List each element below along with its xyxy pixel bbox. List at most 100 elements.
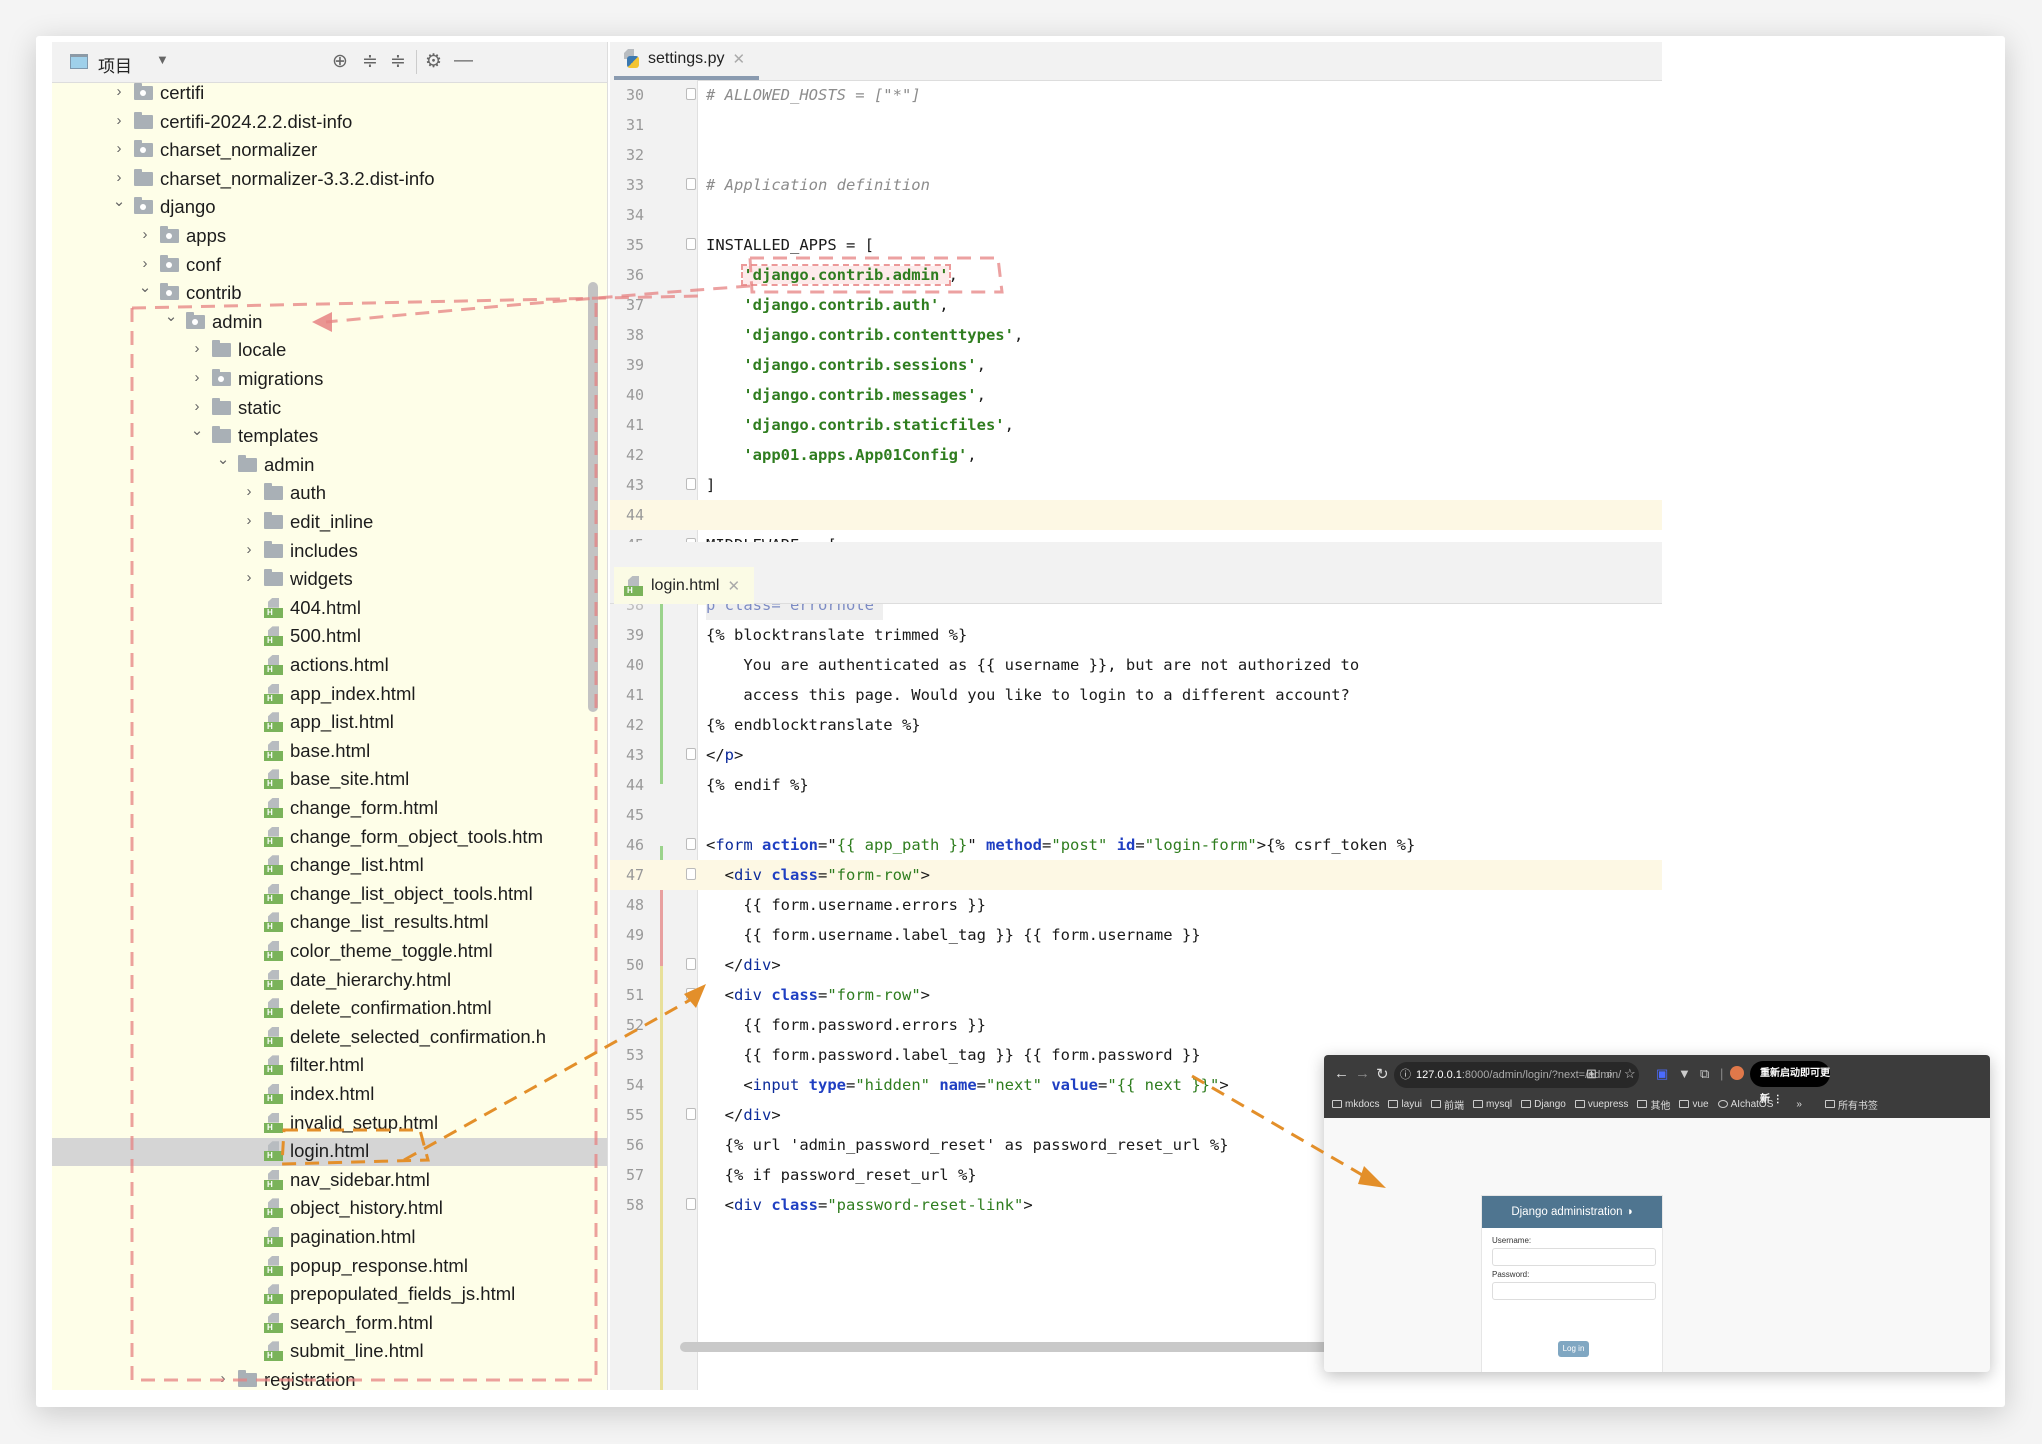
tree-item[interactable]: › conf bbox=[52, 252, 607, 280]
tree-item[interactable]: › static bbox=[52, 395, 607, 423]
bookmark-item[interactable]: AIchatOS bbox=[1717, 1099, 1773, 1110]
zoom-icon[interactable]: ⌕ bbox=[1606, 1066, 1613, 1082]
chevron-right-icon[interactable]: › bbox=[138, 255, 152, 272]
fold-marker-icon[interactable] bbox=[686, 958, 696, 970]
minimize-icon[interactable]: — bbox=[454, 50, 473, 72]
chevron-right-icon[interactable]: › bbox=[112, 112, 126, 129]
tree-item[interactable]: › certifi-2024.2.2.dist-info bbox=[52, 109, 607, 137]
tree-item[interactable]: Hdelete_selected_confirmation.h bbox=[52, 1024, 607, 1052]
fold-marker-icon[interactable] bbox=[686, 178, 696, 190]
fold-marker-icon[interactable] bbox=[686, 988, 696, 1000]
tree-item[interactable]: Hbase_site.html bbox=[52, 766, 607, 794]
tree-item[interactable]: Hlogin.html bbox=[52, 1138, 607, 1167]
bookmark-item[interactable]: mkdocs bbox=[1332, 1099, 1379, 1110]
tree-item[interactable]: Hindex.html bbox=[52, 1081, 607, 1109]
tree-item[interactable]: Hactions.html bbox=[52, 652, 607, 680]
bookmarks-more-icon[interactable]: » bbox=[1796, 1099, 1802, 1110]
update-button[interactable]: 重新启动即可更新 ⋮ bbox=[1750, 1061, 1830, 1105]
bookmark-item[interactable]: 前端 bbox=[1431, 1097, 1464, 1112]
bookmark-item[interactable]: vue bbox=[1679, 1099, 1709, 1110]
tree-item[interactable]: › certifi bbox=[52, 80, 607, 108]
fold-marker-icon[interactable] bbox=[686, 1198, 696, 1210]
close-icon[interactable]: ✕ bbox=[732, 50, 745, 68]
chevron-right-icon[interactable]: › bbox=[242, 569, 256, 586]
tree-item[interactable]: Hchange_list.html bbox=[52, 852, 607, 880]
extensions-puzzle-icon[interactable]: ⧉ bbox=[1700, 1066, 1709, 1082]
profile-avatar[interactable] bbox=[1730, 1066, 1744, 1080]
chevron-right-icon[interactable]: › bbox=[242, 541, 256, 558]
translate-icon[interactable]: ⊞ bbox=[1586, 1066, 1597, 1082]
tree-item[interactable]: › charset_normalizer bbox=[52, 137, 607, 165]
site-info-icon[interactable]: ⓘ bbox=[1400, 1062, 1411, 1088]
tree-item[interactable]: Hchange_list_object_tools.html bbox=[52, 881, 607, 909]
chevron-right-icon[interactable]: › bbox=[242, 483, 256, 500]
settings-code-editor[interactable]: 30 # ALLOWED_HOSTS = ["*"] 31 32 33 # Applica… bbox=[610, 80, 1662, 542]
fold-marker-icon[interactable] bbox=[686, 1108, 696, 1120]
tree-item[interactable]: › auth bbox=[52, 480, 607, 508]
chevron-down-icon[interactable]: ⌄ bbox=[164, 307, 178, 325]
locate-icon[interactable]: ⊕ bbox=[332, 50, 348, 73]
chevron-down-icon[interactable]: ⌄ bbox=[216, 450, 230, 468]
project-panel-title[interactable]: 项目 bbox=[98, 52, 132, 77]
tree-item[interactable]: › edit_inline bbox=[52, 509, 607, 537]
tree-item[interactable]: Hbase.html bbox=[52, 738, 607, 766]
tree-item[interactable]: ⌄ templates bbox=[52, 421, 607, 451]
fold-marker-icon[interactable] bbox=[686, 838, 696, 850]
password-input[interactable] bbox=[1492, 1282, 1656, 1300]
tree-item[interactable]: ⌄ admin bbox=[52, 307, 607, 337]
bookmark-item[interactable]: mysql bbox=[1473, 1099, 1512, 1110]
tree-item[interactable]: Hcolor_theme_toggle.html bbox=[52, 938, 607, 966]
fold-marker-icon[interactable] bbox=[686, 868, 696, 880]
chevron-right-icon[interactable]: › bbox=[112, 169, 126, 186]
forward-icon[interactable]: → bbox=[1355, 1065, 1370, 1082]
tree-item[interactable]: Hchange_list_results.html bbox=[52, 909, 607, 937]
tree-item[interactable]: Hdate_hierarchy.html bbox=[52, 967, 607, 995]
tree-item[interactable]: › migrations bbox=[52, 366, 607, 394]
tree-scrollbar[interactable] bbox=[588, 282, 598, 712]
tree-item[interactable]: Hsubmit_line.html bbox=[52, 1338, 607, 1366]
close-icon[interactable]: ✕ bbox=[727, 577, 740, 595]
collapse-all-icon[interactable]: ≑ bbox=[390, 50, 406, 73]
gear-icon[interactable]: ⚙ bbox=[425, 50, 442, 73]
fold-marker-icon[interactable] bbox=[686, 748, 696, 760]
tree-item[interactable]: H 404.html bbox=[52, 595, 607, 623]
tree-item[interactable]: › charset_normalizer-3.3.2.dist-info bbox=[52, 166, 607, 194]
tree-item[interactable]: ⌄ contrib bbox=[52, 279, 607, 308]
tree-item[interactable]: Hprepopulated_fields_js.html bbox=[52, 1281, 607, 1309]
bookmark-item[interactable]: Django bbox=[1521, 1099, 1566, 1110]
all-bookmarks[interactable]: 所有书签 bbox=[1824, 1097, 1878, 1112]
reload-icon[interactable]: ↻ bbox=[1376, 1065, 1389, 1083]
username-input[interactable] bbox=[1492, 1248, 1656, 1266]
chevron-right-icon[interactable]: › bbox=[242, 512, 256, 529]
tab-settings-py[interactable]: settings.py ✕ bbox=[614, 42, 760, 80]
chevron-right-icon[interactable]: › bbox=[216, 1370, 230, 1387]
tree-item[interactable]: Hpopup_response.html bbox=[52, 1253, 607, 1281]
vue-devtools-icon[interactable]: ▼ bbox=[1678, 1066, 1691, 1081]
fold-marker-icon[interactable] bbox=[686, 478, 696, 490]
tree-item[interactable]: Hpagination.html bbox=[52, 1224, 607, 1252]
chevron-down-icon[interactable]: ⌄ bbox=[190, 421, 204, 439]
tree-item[interactable]: › includes bbox=[52, 538, 607, 566]
chevron-down-icon[interactable]: ⌄ bbox=[112, 192, 126, 210]
tree-item[interactable]: Hchange_form_object_tools.htm bbox=[52, 824, 607, 852]
tree-item[interactable]: Hinvalid_setup.html bbox=[52, 1110, 607, 1138]
tree-item[interactable]: Hobject_history.html bbox=[52, 1195, 607, 1223]
expand-all-icon[interactable]: ≑ bbox=[362, 50, 378, 73]
login-button[interactable]: Log in bbox=[1558, 1341, 1589, 1357]
tree-item[interactable]: ⌄ admin bbox=[52, 450, 607, 480]
tree-item[interactable]: Hnav_sidebar.html bbox=[52, 1167, 607, 1195]
fold-marker-icon[interactable] bbox=[686, 88, 696, 100]
tree-item[interactable]: Happ_index.html bbox=[52, 681, 607, 709]
tree-item[interactable]: › widgets bbox=[52, 566, 607, 594]
tree-item[interactable]: Hchange_form.html bbox=[52, 795, 607, 823]
address-bar[interactable]: ⓘ 127.0.0.1:8000/admin/login/?next=/admi… bbox=[1394, 1062, 1639, 1088]
tree-item[interactable]: ⌄ django bbox=[52, 192, 607, 222]
chevron-right-icon[interactable]: › bbox=[112, 140, 126, 157]
tree-item[interactable]: › apps bbox=[52, 223, 607, 251]
chevron-down-icon[interactable]: ▼ bbox=[156, 52, 169, 67]
chevron-right-icon[interactable]: › bbox=[112, 83, 126, 100]
fold-marker-icon[interactable] bbox=[686, 238, 696, 250]
tree-item[interactable]: › registration bbox=[52, 1367, 607, 1390]
bookmark-item[interactable]: 其他 bbox=[1637, 1097, 1670, 1112]
tree-item[interactable]: H 500.html bbox=[52, 623, 607, 651]
